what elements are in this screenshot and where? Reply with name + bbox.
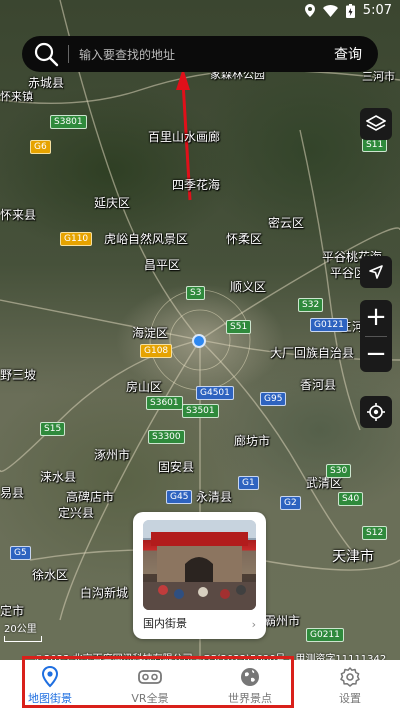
map-label: 定兴县	[58, 506, 95, 520]
highway-shield: G95	[260, 392, 287, 406]
map-label: 香河县	[300, 378, 337, 392]
map-label: 四季花海	[172, 178, 221, 192]
map-label: 大厂回族自治县	[270, 346, 355, 360]
search-icon[interactable]	[32, 40, 60, 68]
highway-shield: G6	[30, 140, 51, 154]
highway-shield: S3	[186, 286, 206, 300]
map-label: 赤城县	[28, 76, 65, 90]
highway-shield: S3300	[148, 430, 185, 444]
map-label: 固安县	[158, 460, 195, 474]
highway-shield: S11	[362, 138, 388, 152]
map-label: 百里山水画廊	[148, 130, 221, 144]
compass-icon	[369, 265, 383, 279]
map-label: 涞水县	[40, 470, 77, 484]
streetview-photo-art	[143, 520, 256, 610]
zoom-controls: + −	[360, 300, 392, 372]
map-label: 涿州市	[94, 448, 131, 462]
map-label: 怀来县	[0, 208, 37, 222]
zoom-out-button[interactable]: −	[365, 337, 387, 372]
map-label: 怀柔区	[226, 232, 263, 246]
highway-shield: G0121	[310, 318, 348, 332]
map-label: 虎峪自然风景区	[104, 232, 189, 246]
highway-shield: G5	[10, 546, 31, 560]
map-label: 定市	[0, 604, 25, 618]
map-scale-label: 20公里	[4, 624, 37, 635]
search-input[interactable]: 输入要查找的地址	[79, 46, 334, 63]
map-label: 廊坊市	[234, 434, 271, 448]
location-icon	[304, 4, 315, 17]
highway-shield: G0211	[306, 628, 344, 642]
layers-icon	[366, 115, 386, 131]
compass-button[interactable]	[360, 256, 392, 288]
nav-item-settings[interactable]: 设置	[300, 660, 400, 712]
map-label: 海淀区	[132, 326, 169, 340]
streetview-label: 国内街景	[143, 617, 187, 630]
map-copyright: ©2023 北京百度网讯科技有限公司 - GS(2023)5686号 - 甲测资…	[34, 654, 387, 660]
map-label: 天津市	[332, 549, 374, 565]
map-label: 野三坡	[0, 368, 37, 382]
highway-shield: G2	[280, 496, 301, 510]
layers-button[interactable]	[360, 108, 392, 140]
status-bar: 5:07	[0, 0, 400, 22]
current-location-dot	[192, 334, 206, 348]
nav-item-label: VR全景	[131, 692, 169, 705]
highway-shield: S3801	[50, 115, 87, 129]
map-label: 房山区	[126, 380, 163, 394]
status-time: 5:07	[362, 3, 392, 18]
highway-shield: G4501	[196, 386, 234, 400]
streetview-card[interactable]: 国内街景 ›	[133, 512, 266, 639]
wifi-icon	[322, 4, 338, 17]
highway-shield: G45	[166, 490, 193, 504]
map-label: 顺义区	[230, 280, 267, 294]
map-label: 白沟新城	[80, 586, 129, 600]
nav-item-label: 世界景点	[228, 692, 272, 705]
nav-item-label: 设置	[339, 692, 361, 705]
gear-icon	[340, 667, 360, 687]
highway-shield: G108	[140, 344, 173, 358]
map-label: 密云区	[268, 216, 305, 230]
search-divider	[68, 45, 69, 63]
highway-shield: S3501	[182, 404, 219, 418]
globe-icon	[241, 668, 259, 686]
locate-icon	[367, 403, 385, 421]
highway-shield: S32	[298, 298, 324, 312]
highway-shield: S40	[338, 492, 364, 506]
nav-item-vr[interactable]: VR全景	[100, 660, 200, 712]
map-label: 怀来镇	[0, 90, 33, 103]
map-label: 徐水区	[32, 568, 69, 582]
highway-shield: S3601	[146, 396, 183, 410]
bottom-nav: 地图街景 VR全景 世界景点 设置	[0, 660, 400, 712]
highway-shield: G1	[238, 476, 259, 490]
search-bar[interactable]: 输入要查找的地址 查询	[22, 36, 378, 72]
battery-charging-icon	[345, 3, 355, 18]
highway-shield: S51	[226, 320, 252, 334]
nav-item-map-streetview[interactable]: 地图街景	[0, 660, 100, 712]
zoom-in-button[interactable]: +	[365, 300, 387, 336]
map-pin-icon	[41, 666, 59, 688]
locate-button[interactable]	[360, 396, 392, 428]
nav-item-label: 地图街景	[28, 692, 72, 705]
vr-glasses-icon	[138, 670, 162, 684]
search-button[interactable]: 查询	[334, 44, 362, 64]
highway-shield: S12	[362, 526, 388, 540]
highway-shield: S15	[40, 422, 66, 436]
map-label: 昌平区	[144, 258, 181, 272]
map-scale: 20公里	[4, 620, 42, 642]
map-label: 易县	[0, 486, 25, 500]
map-label: 霸州市	[264, 614, 301, 628]
highway-shield: G110	[60, 232, 93, 246]
streetview-thumbnail	[143, 520, 256, 610]
highway-shield: S30	[326, 464, 352, 478]
map-label: 延庆区	[94, 196, 131, 210]
nav-item-world[interactable]: 世界景点	[200, 660, 300, 712]
map-label: 高碑店市	[66, 490, 115, 504]
chevron-right-icon: ›	[251, 618, 256, 631]
map-label: 永清县	[196, 490, 233, 504]
